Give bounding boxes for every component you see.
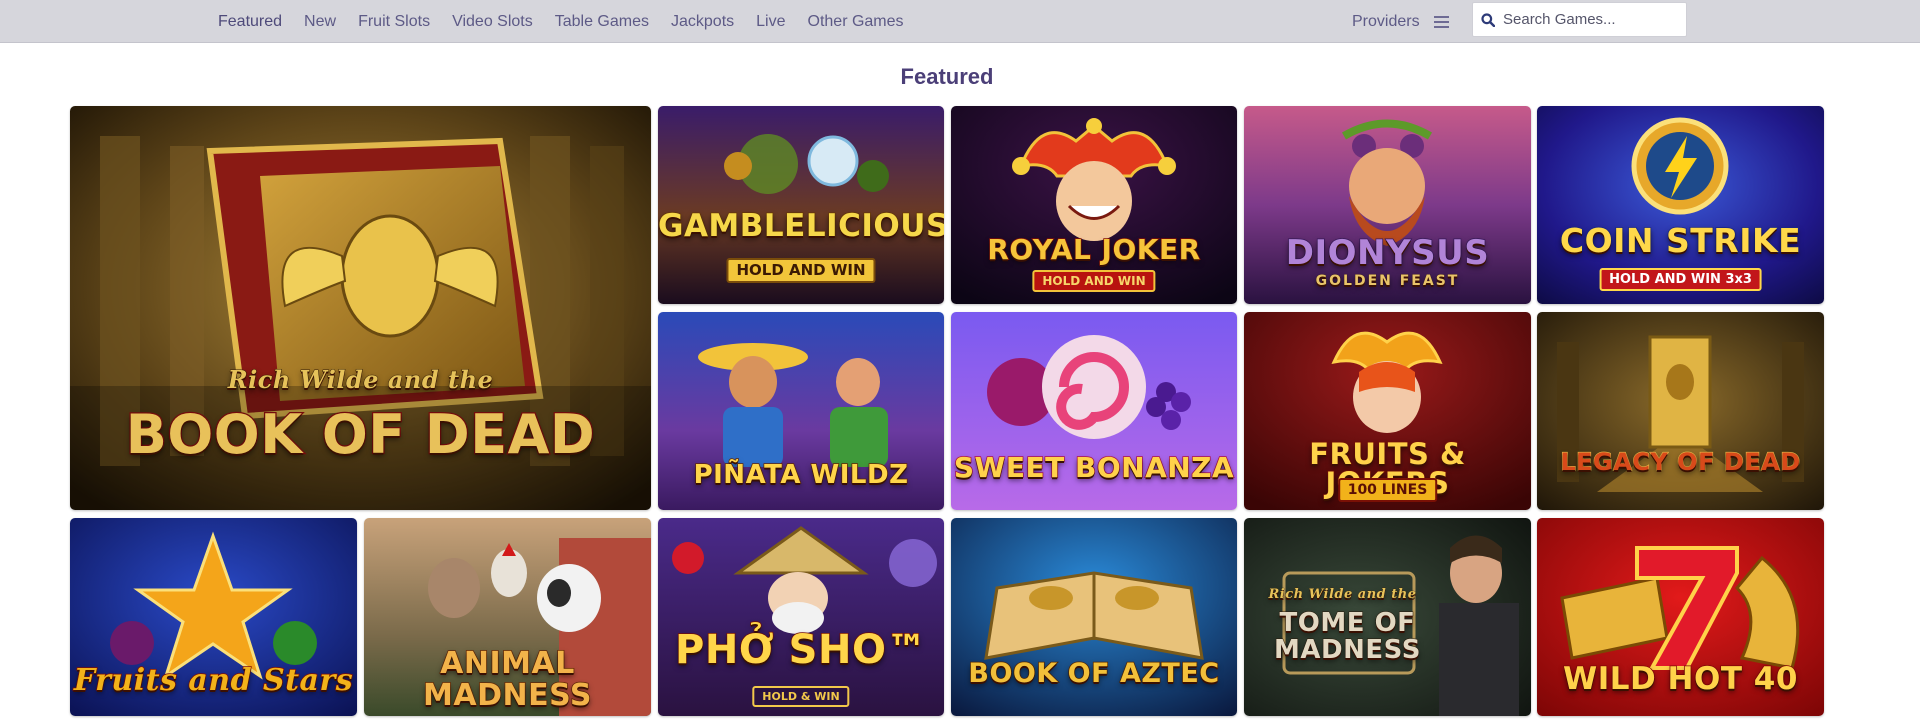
game-tile-pho-sho[interactable]: PHỞ SHO™ HOLD & WIN — [658, 518, 944, 716]
search-icon — [1473, 2, 1503, 37]
game-tile-animal-madness[interactable]: ANIMAL MADNESS — [364, 518, 651, 716]
game-title: GAMBLELICIOUS — [658, 208, 944, 244]
game-title: COIN STRIKE — [1559, 221, 1802, 260]
game-tile-fruits-and-stars[interactable]: Fruits and Stars — [70, 518, 357, 716]
game-tile-book-of-aztec[interactable]: BOOK OF AZTEC — [951, 518, 1237, 716]
game-title: ANIMAL MADNESS — [422, 646, 592, 713]
game-tile-legacy-of-dead[interactable]: LEGACY OF DEAD — [1537, 312, 1824, 510]
game-pretitle: Rich Wilde and the — [1268, 587, 1417, 602]
top-nav-bar: Featured New Fruit Slots Video Slots Tab… — [0, 0, 1920, 43]
game-tile-wild-hot-40[interactable]: WILD HOT 40 — [1537, 518, 1824, 716]
game-subtitle: HOLD AND WIN — [726, 258, 876, 283]
game-subtitle: 100 LINES — [1337, 478, 1438, 502]
game-tile-gamblelicious[interactable]: GAMBLELICIOUS HOLD AND WIN — [658, 106, 944, 304]
game-subtitle: HOLD AND WIN 3x3 — [1599, 268, 1762, 291]
game-title: DIONYSUS — [1285, 233, 1490, 273]
game-tile-pinata-wildz[interactable]: PIÑATA WILDZ — [658, 312, 944, 510]
game-title: Fruits and Stars — [73, 663, 354, 698]
nav-table-games[interactable]: Table Games — [555, 13, 649, 31]
nav-live[interactable]: Live — [756, 13, 785, 31]
game-subtitle: HOLD AND WIN — [1032, 270, 1156, 292]
category-nav: Featured New Fruit Slots Video Slots Tab… — [218, 0, 926, 43]
nav-other-games[interactable]: Other Games — [808, 13, 904, 31]
game-title: BOOK OF AZTEC — [968, 658, 1220, 689]
hamburger-icon — [1433, 15, 1449, 28]
search-input[interactable] — [1503, 11, 1683, 28]
nav-new[interactable]: New — [304, 13, 336, 31]
nav-jackpots[interactable]: Jackpots — [671, 13, 734, 31]
providers-menu[interactable]: Providers — [1352, 0, 1449, 43]
game-title: BOOK OF DEAD — [124, 403, 596, 466]
game-title: WILD HOT 40 — [1562, 661, 1798, 697]
providers-label: Providers — [1352, 12, 1420, 30]
game-tile-royal-joker[interactable]: ROYAL JOKER HOLD AND WIN — [951, 106, 1237, 304]
game-title: TOME OF MADNESS — [1274, 608, 1421, 666]
game-title: SWEET BONANZA — [953, 451, 1235, 484]
game-tile-coin-strike[interactable]: COIN STRIKE HOLD AND WIN 3x3 — [1537, 106, 1824, 304]
game-pretitle: Rich Wilde and the — [227, 365, 494, 394]
game-tile-fruits-and-jokers[interactable]: FRUITS & JOKERS 100 LINES — [1244, 312, 1531, 510]
game-title: PHỞ SHO™ — [674, 627, 927, 673]
legacy-of-dead-artwork — [1537, 312, 1824, 510]
game-title: LEGACY OF DEAD — [1560, 448, 1801, 476]
section-title: Featured — [900, 64, 994, 89]
game-subtitle: HOLD & WIN — [752, 686, 850, 707]
nav-featured[interactable]: Featured — [218, 13, 282, 31]
game-tile-book-of-dead[interactable]: Rich Wilde and the BOOK OF DEAD — [70, 106, 651, 510]
nav-fruit-slots[interactable]: Fruit Slots — [358, 13, 430, 31]
game-tile-dionysus[interactable]: DIONYSUS GOLDEN FEAST — [1244, 106, 1531, 304]
search-box[interactable] — [1472, 2, 1687, 37]
game-subtitle: GOLDEN FEAST — [1315, 273, 1460, 289]
game-tile-tome-of-madness[interactable]: Rich Wilde and the TOME OF MADNESS — [1244, 518, 1531, 716]
game-tile-sweet-bonanza[interactable]: SWEET BONANZA — [951, 312, 1237, 510]
game-title: PIÑATA WILDZ — [693, 460, 909, 490]
nav-video-slots[interactable]: Video Slots — [452, 13, 533, 31]
game-title: ROYAL JOKER — [987, 233, 1201, 266]
